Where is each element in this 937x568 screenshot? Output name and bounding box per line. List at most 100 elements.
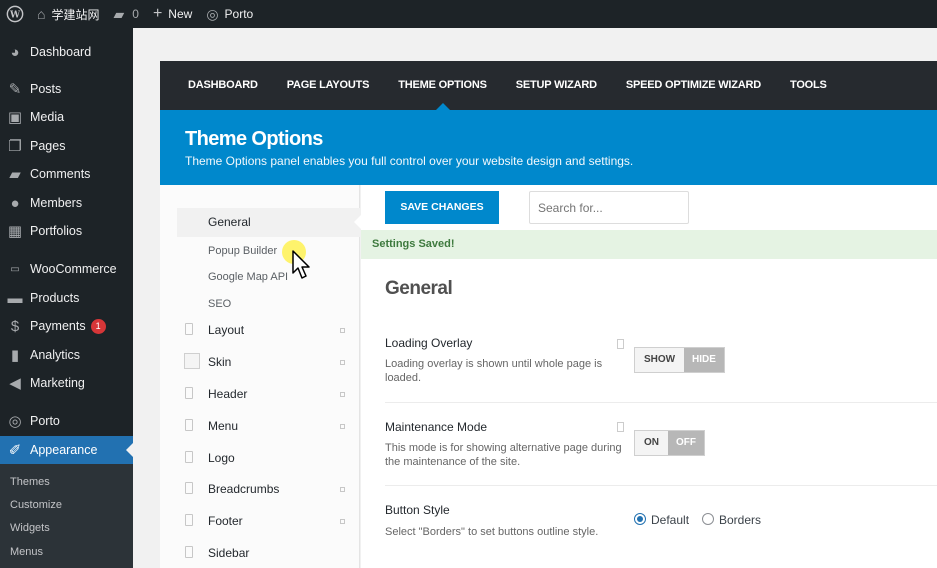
footer-icon — [185, 514, 193, 526]
nav-setup-wizard[interactable]: SETUP WIZARD — [516, 61, 597, 110]
options-sidebar: General Popup Builder Google Map API SEO… — [160, 185, 361, 568]
sidebar-item-portfolios[interactable]: ▦ Portfolios — [0, 217, 133, 245]
sidebar-item-appearance[interactable]: ✐ Appearance — [0, 436, 133, 464]
options-item-skin[interactable]: Skin — [208, 355, 231, 369]
loading-overlay-show[interactable]: SHOW — [635, 348, 684, 372]
save-changes-button[interactable]: SAVE CHANGES — [385, 191, 499, 224]
megaphone-icon: ◀ — [9, 375, 21, 392]
search-input[interactable] — [529, 191, 689, 224]
page-description: Theme Options panel enables you full con… — [185, 154, 634, 168]
options-item-menu[interactable]: Menu — [208, 419, 238, 433]
sidebar-item-media[interactable]: ▣ Media — [0, 103, 133, 131]
help-icon — [617, 339, 624, 349]
options-main: SAVE CHANGES Settings Saved! General Loa… — [361, 185, 937, 568]
submenu-customize[interactable]: Customize — [10, 499, 62, 511]
sidebar-item-analytics[interactable]: ▮ Analytics — [0, 341, 133, 369]
divider — [385, 402, 937, 403]
options-sub-seo[interactable]: SEO — [208, 298, 231, 310]
porto-icon: ◎ — [8, 413, 22, 430]
dashboard-icon: ◕ — [10, 43, 20, 61]
header-icon — [185, 387, 193, 399]
porto-link[interactable]: ◎ Porto — [199, 0, 260, 28]
nav-dashboard[interactable]: DASHBOARD — [188, 61, 258, 110]
archive-icon: ▬ — [7, 289, 23, 307]
user-icon: ● — [10, 194, 20, 212]
sidebar-item-woocommerce[interactable]: ▭ WooCommerce — [0, 255, 133, 283]
sidebar-item-porto[interactable]: ◎ Porto — [0, 407, 133, 435]
options-item-footer[interactable]: Footer — [208, 514, 243, 528]
options-item-general[interactable]: General — [208, 215, 251, 229]
logo-icon — [185, 451, 193, 463]
nav-theme-options[interactable]: THEME OPTIONS — [398, 61, 487, 110]
sidebar-item-members[interactable]: ● Members — [0, 189, 133, 217]
comments-icon: ▰ — [9, 166, 21, 183]
admin-sidebar: ◕ Dashboard ✎ Posts ▣ Media ❐ Pages ▰ Comment… — [0, 28, 133, 568]
help-icon — [617, 422, 624, 432]
porto-icon: ◎ — [206, 6, 219, 22]
divider — [385, 485, 937, 486]
admin-bar: W ⌂ 学建站网 ▰ 0 + New ◎ Porto — [0, 0, 937, 28]
button-style-default-label[interactable]: Default — [651, 513, 689, 527]
options-item-general-bg — [177, 208, 361, 237]
comment-bubble-icon: ▰ — [113, 6, 125, 22]
button-style-borders-label[interactable]: Borders — [719, 513, 761, 527]
plus-icon: + — [152, 5, 163, 22]
chevron-icon — [340, 519, 345, 524]
maintenance-on[interactable]: ON — [635, 431, 668, 455]
options-item-header[interactable]: Header — [208, 387, 247, 401]
sidebar-item-comments[interactable]: ▰ Comments — [0, 160, 133, 188]
button-style-desc: Select "Borders" to set buttons outline … — [385, 526, 599, 538]
dollar-icon: $ — [10, 317, 20, 335]
chevron-icon — [340, 487, 345, 492]
chevron-icon — [340, 328, 345, 333]
maintenance-mode-desc: This mode is for showing alternative pag… — [385, 442, 622, 468]
loading-overlay-switch[interactable]: SHOW HIDE — [634, 347, 725, 373]
button-style-borders-radio[interactable] — [702, 513, 714, 525]
options-item-sidebar[interactable]: Sidebar — [208, 546, 249, 560]
chevron-icon — [340, 424, 345, 429]
porto-top-nav: DASHBOARD PAGE LAYOUTS THEME OPTIONS SET… — [160, 61, 937, 110]
options-sub-popup-builder[interactable]: Popup Builder — [208, 245, 277, 257]
button-style-default-radio[interactable] — [634, 513, 646, 525]
button-style-title: Button Style — [385, 503, 450, 517]
site-name-link[interactable]: ⌂ 学建站网 — [30, 0, 106, 28]
chart-icon: ▮ — [10, 347, 20, 364]
nav-speed-optimize-wizard[interactable]: SPEED OPTIMIZE WIZARD — [626, 61, 761, 110]
sidebar-item-products[interactable]: ▬ Products — [0, 284, 133, 312]
sidebar-item-posts[interactable]: ✎ Posts — [0, 75, 133, 103]
wordpress-logo-icon[interactable]: W — [0, 0, 30, 28]
sidebar-item-pages[interactable]: ❐ Pages — [0, 132, 133, 160]
maintenance-mode-switch[interactable]: ON OFF — [634, 430, 705, 456]
loading-overlay-title: Loading Overlay — [385, 336, 473, 350]
options-item-layout[interactable]: Layout — [208, 323, 244, 337]
options-item-logo[interactable]: Logo — [208, 451, 235, 465]
comments-link[interactable]: ▰ 0 — [106, 0, 145, 28]
brush-icon: ✐ — [8, 442, 22, 459]
payments-badge: 1 — [90, 318, 106, 334]
sidebar-icon — [185, 546, 193, 558]
new-content-link[interactable]: + New — [146, 0, 199, 28]
portfolio-icon: ▦ — [7, 223, 23, 240]
submenu-widgets[interactable]: Widgets — [10, 522, 50, 534]
maintenance-off[interactable]: OFF — [668, 431, 704, 455]
sidebar-item-marketing[interactable]: ◀ Marketing — [0, 369, 133, 397]
nav-tools[interactable]: TOOLS — [790, 61, 827, 110]
pages-icon: ❐ — [8, 138, 22, 155]
loading-overlay-hide[interactable]: HIDE — [684, 348, 724, 372]
chevron-icon — [340, 392, 345, 397]
submenu-menus[interactable]: Menus — [10, 546, 43, 558]
woo-icon: ▭ — [10, 263, 20, 275]
maintenance-mode-title: Maintenance Mode — [385, 420, 488, 434]
settings-saved-notice: Settings Saved! — [361, 230, 937, 259]
options-sub-google-map-api[interactable]: Google Map API — [208, 271, 288, 283]
svg-text:W: W — [9, 11, 21, 21]
options-item-breadcrumbs[interactable]: Breadcrumbs — [208, 482, 279, 496]
submenu-themes[interactable]: Themes — [10, 476, 50, 488]
sidebar-item-payments[interactable]: $ Payments 1 — [0, 312, 133, 340]
layout-icon — [185, 323, 193, 335]
nav-page-layouts[interactable]: PAGE LAYOUTS — [287, 61, 370, 110]
skin-icon — [184, 353, 200, 369]
chevron-icon — [340, 360, 345, 365]
breadcrumbs-icon — [185, 482, 193, 494]
sidebar-item-dashboard[interactable]: ◕ Dashboard — [0, 38, 133, 66]
